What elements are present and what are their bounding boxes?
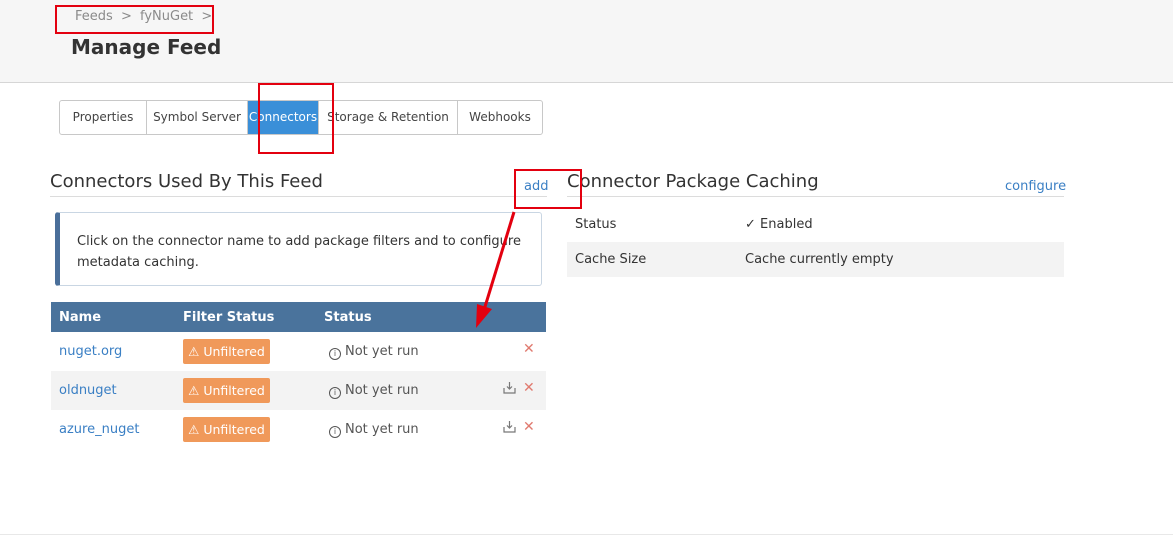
table-row: azure_nuget ⚠ Unfiltered i Not yet run ✕ xyxy=(51,410,546,449)
info-circle-icon: i xyxy=(329,426,341,438)
connector-name-link[interactable]: oldnuget xyxy=(59,383,117,398)
run-status: i Not yet run xyxy=(329,344,419,360)
table-row: nuget.org ⚠ Unfiltered i Not yet run ✕ xyxy=(51,332,546,371)
tab-symbol-server[interactable]: Symbol Server xyxy=(147,101,248,134)
tab-properties[interactable]: Properties xyxy=(60,101,147,134)
filter-status-text: Unfiltered xyxy=(203,344,265,359)
download-icon[interactable] xyxy=(503,381,516,398)
info-message: Click on the connector name to add packa… xyxy=(55,212,542,286)
info-message-text: Click on the connector name to add packa… xyxy=(77,234,521,270)
check-icon: ✓ xyxy=(745,217,756,232)
connector-name-link[interactable]: nuget.org xyxy=(59,344,122,359)
breadcrumb-separator: > xyxy=(201,9,213,24)
caching-status-row: Status ✓ Enabled xyxy=(567,207,1064,242)
delete-connector-icon[interactable]: ✕ xyxy=(523,380,535,396)
tab-bar: Properties Symbol Server Connectors Stor… xyxy=(59,100,543,135)
page-title: Manage Feed xyxy=(71,35,222,59)
add-connector-link[interactable]: add xyxy=(524,179,548,194)
run-status-text: Not yet run xyxy=(345,422,419,437)
info-circle-icon: i xyxy=(329,348,341,360)
caching-status-label: Status xyxy=(575,217,617,232)
page-header: Feeds > fyNuGet > Manage Feed xyxy=(0,0,1173,83)
info-circle-icon: i xyxy=(329,387,341,399)
warning-triangle-icon: ⚠ xyxy=(188,383,200,398)
filter-status-badge: ⚠ Unfiltered xyxy=(183,378,270,403)
filter-status-badge: ⚠ Unfiltered xyxy=(183,339,270,364)
tab-connectors[interactable]: Connectors xyxy=(248,101,319,134)
configure-caching-link[interactable]: configure xyxy=(1005,179,1066,194)
caching-status-value: ✓ Enabled xyxy=(745,217,813,232)
warning-triangle-icon: ⚠ xyxy=(188,422,200,437)
run-status-text: Not yet run xyxy=(345,344,419,359)
column-header-filter-status: Filter Status xyxy=(183,310,275,325)
breadcrumb-feeds[interactable]: Feeds xyxy=(75,9,113,24)
column-header-status: Status xyxy=(324,310,372,325)
cache-size-row: Cache Size Cache currently empty xyxy=(567,242,1064,277)
table-header: Name Filter Status Status xyxy=(51,302,546,332)
breadcrumb: Feeds > fyNuGet > xyxy=(75,9,216,24)
run-status: i Not yet run xyxy=(329,383,419,399)
warning-triangle-icon: ⚠ xyxy=(188,344,200,359)
table-row: oldnuget ⚠ Unfiltered i Not yet run ✕ xyxy=(51,371,546,410)
column-header-name: Name xyxy=(59,310,102,325)
filter-status-badge: ⚠ Unfiltered xyxy=(183,417,270,442)
tab-webhooks[interactable]: Webhooks xyxy=(458,101,542,134)
breadcrumb-feed-name[interactable]: fyNuGet xyxy=(140,9,193,24)
download-icon[interactable] xyxy=(503,420,516,437)
caching-divider xyxy=(567,196,1064,197)
footer-divider xyxy=(0,534,1173,535)
run-status-text: Not yet run xyxy=(345,383,419,398)
caching-status-text: Enabled xyxy=(760,217,813,232)
cache-size-value: Cache currently empty xyxy=(745,252,894,267)
caching-section-title: Connector Package Caching xyxy=(567,171,819,192)
delete-connector-icon[interactable]: ✕ xyxy=(523,419,535,435)
filter-status-text: Unfiltered xyxy=(203,383,265,398)
run-status: i Not yet run xyxy=(329,422,419,438)
connector-name-link[interactable]: azure_nuget xyxy=(59,422,139,437)
cache-size-label: Cache Size xyxy=(575,252,647,267)
connectors-section-title: Connectors Used By This Feed xyxy=(50,171,323,192)
tab-storage-retention[interactable]: Storage & Retention xyxy=(319,101,458,134)
caching-table: Status ✓ Enabled Cache Size Cache curren… xyxy=(567,207,1064,277)
delete-connector-icon[interactable]: ✕ xyxy=(523,341,535,357)
breadcrumb-separator: > xyxy=(120,9,132,24)
filter-status-text: Unfiltered xyxy=(203,422,265,437)
connectors-table: Name Filter Status Status nuget.org ⚠ Un… xyxy=(51,302,546,449)
connectors-divider xyxy=(50,196,547,197)
